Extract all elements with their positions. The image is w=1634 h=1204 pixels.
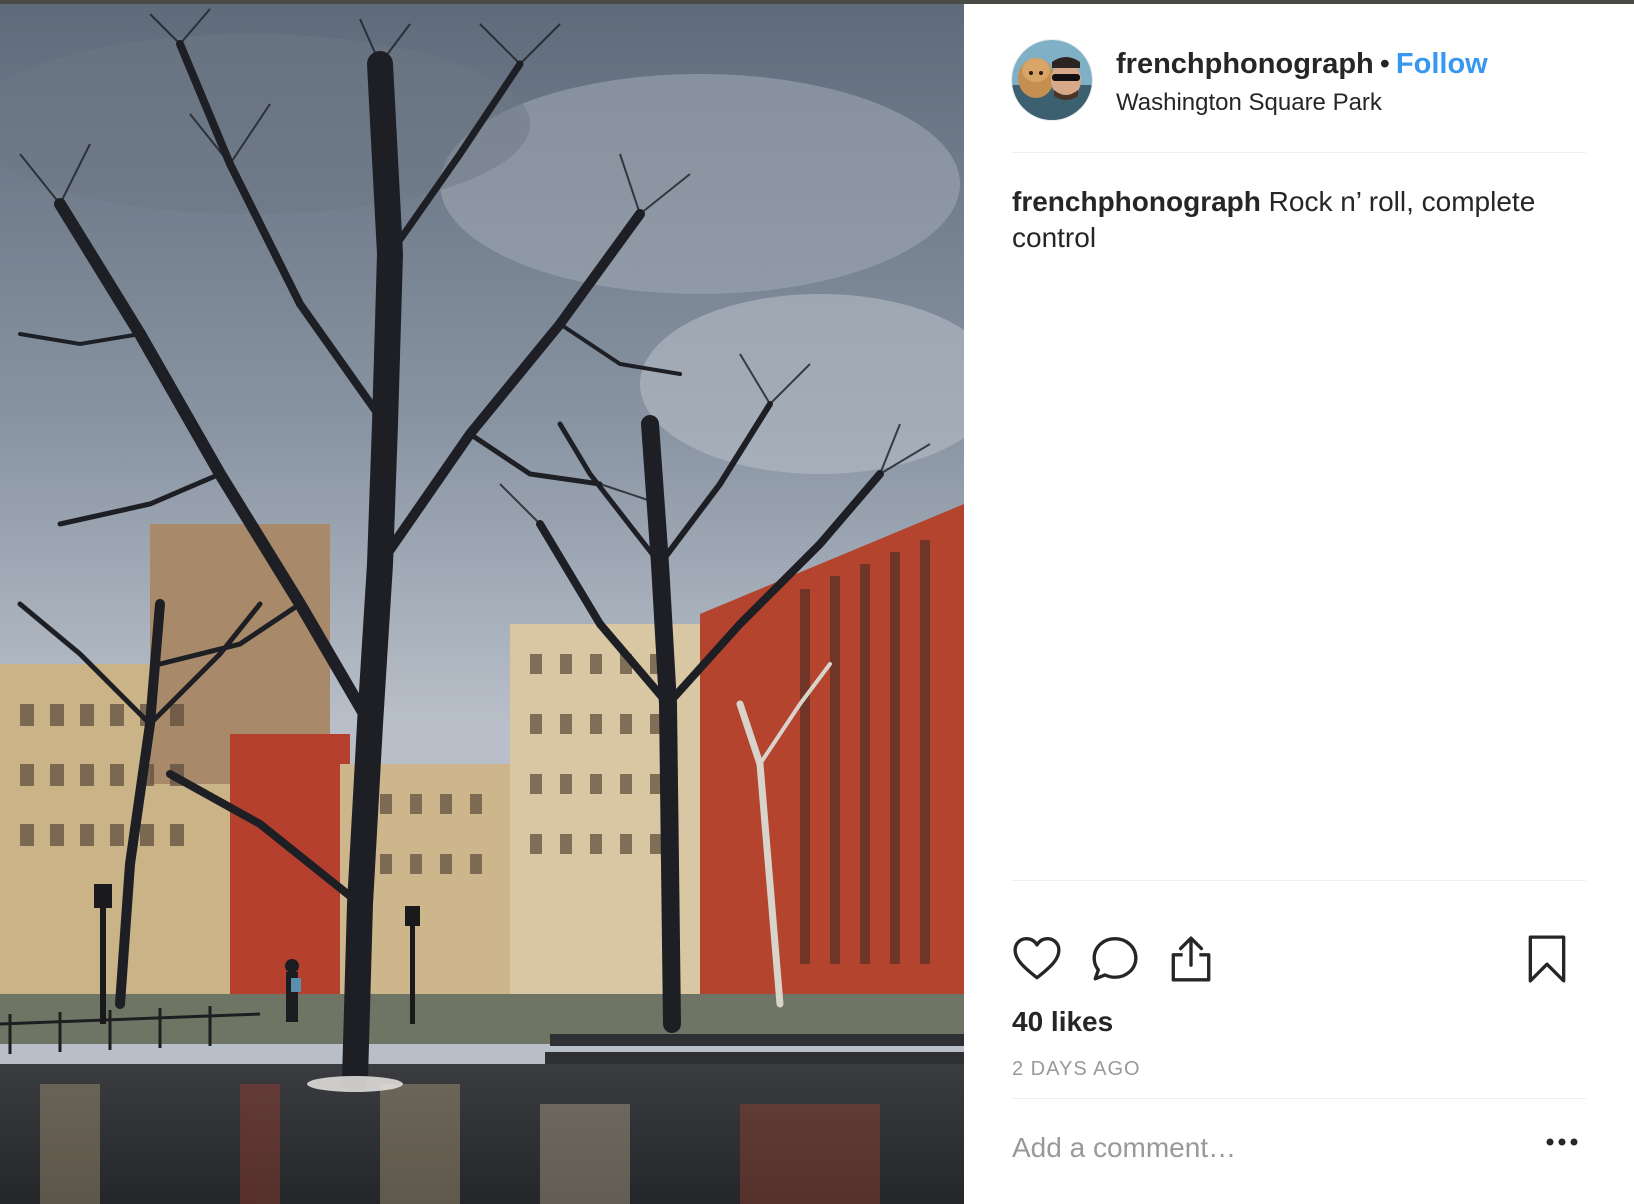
username-link[interactable]: frenchphonograph bbox=[1116, 48, 1374, 80]
user-avatar[interactable] bbox=[1012, 40, 1092, 120]
save-button[interactable] bbox=[1522, 934, 1574, 986]
header-divider bbox=[1012, 152, 1586, 153]
comment-input[interactable] bbox=[1012, 1124, 1512, 1172]
heart-icon bbox=[1013, 937, 1061, 980]
post-header: frenchphonograph • Follow Washington Squar… bbox=[1116, 46, 1488, 118]
location-link[interactable]: Washington Square Park bbox=[1116, 88, 1488, 118]
actions-divider bbox=[1012, 880, 1586, 881]
post-timestamp[interactable]: 2 DAYS AGO bbox=[1012, 1056, 1141, 1082]
park-scene-image bbox=[0, 4, 964, 1204]
more-options-button[interactable] bbox=[1544, 1132, 1580, 1152]
username-row: frenchphonograph • Follow bbox=[1116, 46, 1488, 82]
likes-count[interactable]: 40 likes bbox=[1012, 1004, 1113, 1040]
share-button[interactable] bbox=[1166, 934, 1218, 986]
action-bar bbox=[1012, 934, 1586, 990]
follow-button[interactable]: Follow bbox=[1396, 48, 1488, 80]
like-button[interactable] bbox=[1012, 934, 1064, 986]
comment-divider bbox=[1012, 1098, 1586, 1099]
share-icon bbox=[1171, 936, 1211, 982]
separator-dot: • bbox=[1379, 48, 1390, 80]
post-details-panel: frenchphonograph • Follow Washington Squar… bbox=[964, 4, 1634, 1204]
post-caption: frenchphonograph Rock n’ roll, complete … bbox=[1012, 184, 1586, 256]
avatar-image bbox=[1012, 40, 1092, 120]
bookmark-icon bbox=[1528, 935, 1566, 983]
comment-icon bbox=[1092, 937, 1138, 981]
comment-button[interactable] bbox=[1090, 934, 1142, 986]
post-photo[interactable] bbox=[0, 4, 964, 1204]
more-options-icon bbox=[1546, 1138, 1578, 1146]
caption-username[interactable]: frenchphonograph bbox=[1012, 186, 1261, 217]
